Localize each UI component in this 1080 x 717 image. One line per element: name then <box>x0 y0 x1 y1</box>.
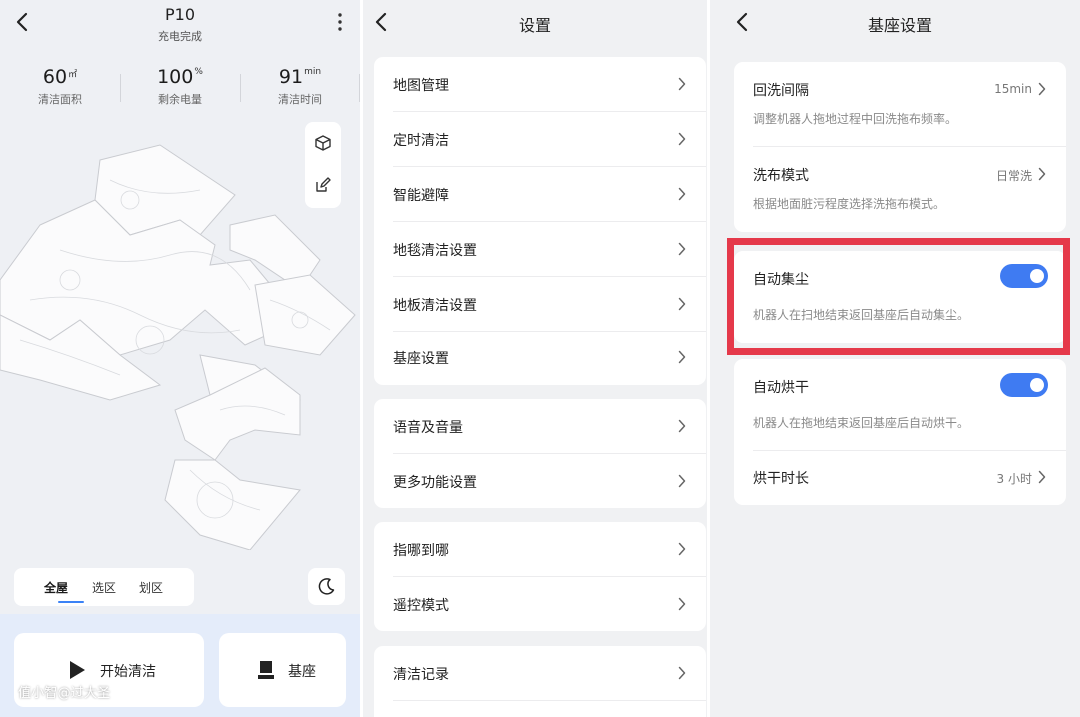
chevron-right-icon <box>678 542 686 556</box>
stat-label: 剩余电量 <box>158 93 202 106</box>
chevron-right-icon <box>678 419 686 433</box>
wash-mode-row[interactable]: 洗布模式 日常洗 根据地面脏污程度选择洗拖布模式。 <box>734 147 1066 232</box>
page-title: 设置 <box>518 16 551 35</box>
settings-group-3: 指哪到哪 遥控模式 <box>374 522 706 631</box>
stat-clean-area: 60㎡ 清洁面积 <box>0 66 120 107</box>
wash-mode-title: 洗布模式 <box>753 168 809 184</box>
menu-item-scheduled-cleaning[interactable]: 定时清洁 <box>374 112 706 167</box>
tab-select-zone[interactable]: 选区 <box>92 579 116 596</box>
stat-clean-time: 91min 清洁时间 <box>240 66 360 107</box>
stat-value: 91 <box>278 66 304 88</box>
active-tab-indicator <box>58 601 84 603</box>
dock-button[interactable]: 基座 <box>219 633 346 707</box>
menu-item-label: 地图管理 <box>393 78 449 94</box>
wash-mode-value[interactable]: 日常洗 <box>996 167 1032 184</box>
menu-item-floor-settings[interactable]: 地板清洁设置 <box>374 277 706 332</box>
cube-3d-icon[interactable] <box>314 134 332 152</box>
page-title: 基座设置 <box>867 16 932 35</box>
device-home-screen: P10 充电完成 60㎡ 清洁面积 100% 剩余电量 91min 清洁时间 全… <box>0 0 360 717</box>
dry-duration-row[interactable]: 烘干时长 3 小时 <box>734 451 1066 505</box>
menu-item-label: 地毯清洁设置 <box>393 243 477 259</box>
device-status: 充电完成 <box>158 30 202 43</box>
cleaning-stats: 60㎡ 清洁面积 100% 剩余电量 91min 清洁时间 <box>0 66 360 110</box>
start-clean-label: 开始清洁 <box>100 664 156 680</box>
drying-card: 自动烘干 机器人在拖地结束返回基座后自动烘干。 烘干时长 3 小时 <box>734 359 1066 505</box>
device-name: P10 <box>164 5 195 24</box>
tab-draw-zone[interactable]: 划区 <box>139 579 163 596</box>
rinse-interval-desc: 调整机器人拖地过程中回洗拖布频率。 <box>753 112 958 126</box>
menu-item-remote-control[interactable]: 遥控模式 <box>374 577 706 631</box>
dock-settings-screen: 基座设置 回洗间隔 15min 调整机器人拖地过程中回洗拖布频率。 洗布模式 日… <box>710 0 1080 717</box>
row-divider <box>393 700 706 701</box>
chevron-right-icon <box>678 350 686 364</box>
dock-settings-header: 基座设置 <box>710 0 1080 46</box>
chevron-right-icon <box>678 666 686 680</box>
menu-item-label: 地板清洁设置 <box>393 298 477 314</box>
edit-map-icon[interactable] <box>314 176 332 194</box>
chevron-right-icon[interactable] <box>1038 82 1046 96</box>
chevron-right-icon[interactable] <box>1038 470 1046 484</box>
menu-item-dock-settings[interactable]: 基座设置 <box>374 330 706 385</box>
settings-group-4: 清洁记录 <box>374 646 706 717</box>
menu-item-cleaning-history[interactable]: 清洁记录 <box>374 646 706 701</box>
stat-value: 60 <box>42 66 68 88</box>
chevron-right-icon[interactable] <box>1038 167 1046 181</box>
rinse-interval-title: 回洗间隔 <box>753 83 809 99</box>
menu-item-label: 清洁记录 <box>393 667 449 683</box>
dry-duration-value[interactable]: 3 小时 <box>997 470 1032 487</box>
device-header: P10 充电完成 <box>0 0 360 46</box>
menu-item-label: 定时清洁 <box>393 133 449 149</box>
menu-item-label: 更多功能设置 <box>393 475 477 491</box>
chevron-right-icon <box>678 474 686 488</box>
moon-icon <box>318 578 335 595</box>
settings-group-2: 语音及音量 更多功能设置 <box>374 399 706 508</box>
dock-icon <box>258 661 274 679</box>
menu-item-more-features[interactable]: 更多功能设置 <box>374 454 706 508</box>
menu-item-label: 语音及音量 <box>393 420 463 436</box>
settings-header: 设置 <box>363 0 707 46</box>
chevron-right-icon <box>678 132 686 146</box>
stat-unit: ㎡ <box>68 70 78 80</box>
stat-label: 清洁面积 <box>38 93 82 106</box>
menu-item-label: 遥控模式 <box>393 598 449 614</box>
menu-item-voice-volume[interactable]: 语音及音量 <box>374 399 706 454</box>
menu-item-label: 智能避障 <box>393 188 449 204</box>
more-options-icon[interactable] <box>336 12 344 32</box>
map-tools <box>305 122 341 208</box>
menu-item-map-management[interactable]: 地图管理 <box>374 57 706 112</box>
clean-mode-tabs: 全屋 选区 划区 <box>14 568 194 606</box>
stat-battery: 100% 剩余电量 <box>120 66 240 107</box>
dock-label: 基座 <box>288 664 316 680</box>
menu-item-label: 指哪到哪 <box>393 543 449 559</box>
settings-screen: 设置 地图管理 定时清洁 智能避障 地毯清洁设置 地板清洁设置 基座设置 语音及… <box>363 0 707 717</box>
menu-item-carpet-settings[interactable]: 地毯清洁设置 <box>374 222 706 277</box>
wash-settings-card: 回洗间隔 15min 调整机器人拖地过程中回洗拖布频率。 洗布模式 日常洗 根据… <box>734 62 1066 232</box>
chevron-right-icon <box>678 597 686 611</box>
chevron-right-icon <box>678 77 686 91</box>
tab-whole-house[interactable]: 全屋 <box>44 579 68 596</box>
stat-value: 100 <box>157 66 194 88</box>
watermark: 值小智@过大圣 <box>18 686 111 701</box>
auto-dry-desc: 机器人在拖地结束返回基座后自动烘干。 <box>753 416 970 430</box>
stat-label: 清洁时间 <box>278 93 322 106</box>
chevron-right-icon <box>678 242 686 256</box>
stat-unit: min <box>304 67 322 77</box>
menu-item-obstacle-avoidance[interactable]: 智能避障 <box>374 167 706 222</box>
settings-group-1: 地图管理 定时清洁 智能避障 地毯清洁设置 地板清洁设置 基座设置 <box>374 57 706 385</box>
dry-duration-title: 烘干时长 <box>753 471 809 487</box>
rinse-interval-row[interactable]: 回洗间隔 15min 调整机器人拖地过程中回洗拖布频率。 <box>734 62 1066 146</box>
night-mode-button[interactable] <box>308 568 345 605</box>
chevron-right-icon <box>678 187 686 201</box>
rinse-interval-value[interactable]: 15min <box>994 82 1032 96</box>
menu-item-point-and-go[interactable]: 指哪到哪 <box>374 522 706 577</box>
auto-dry-toggle[interactable] <box>1000 373 1048 397</box>
play-icon <box>70 661 85 679</box>
menu-item-label: 基座设置 <box>393 351 449 367</box>
highlight-frame <box>727 238 1070 355</box>
wash-mode-desc: 根据地面脏污程度选择洗拖布模式。 <box>753 197 946 211</box>
stat-unit: % <box>194 67 203 77</box>
chevron-right-icon <box>678 297 686 311</box>
auto-dry-title: 自动烘干 <box>753 380 809 396</box>
